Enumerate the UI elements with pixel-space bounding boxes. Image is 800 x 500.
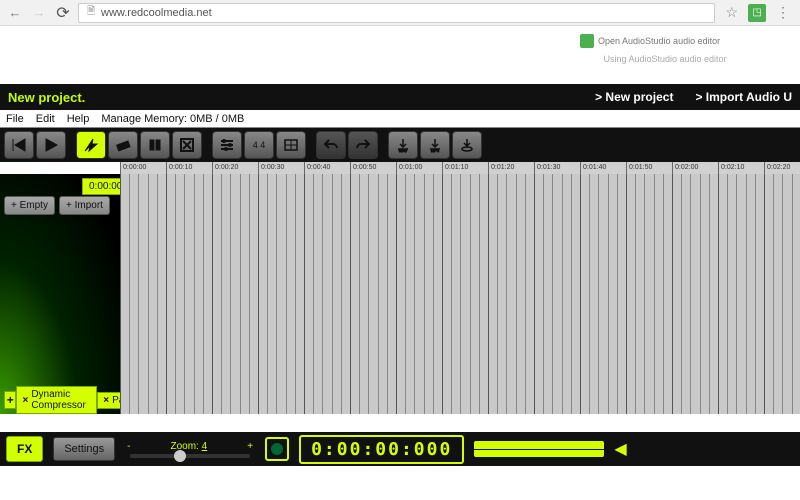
extension-popup: Open AudioStudio audio editor Using Audi… [580, 32, 750, 64]
svg-text:MP3: MP3 [431, 148, 440, 153]
record-icon [271, 443, 283, 455]
menu-edit[interactable]: Edit [36, 113, 55, 125]
add-import-track-button[interactable]: + Import [59, 196, 110, 215]
import-audio-link[interactable]: > Import Audio U [695, 90, 792, 104]
fx-panel-button[interactable]: FX [6, 436, 43, 462]
grid-button[interactable] [276, 131, 306, 159]
ruler-tick: 0:02:10 [718, 162, 744, 174]
ruler-tick: 0:00:10 [166, 162, 192, 174]
ruler-tick: 0:00:50 [350, 162, 376, 174]
zoom-slider[interactable] [130, 454, 250, 458]
undo-button[interactable] [316, 131, 346, 159]
url-text: www.redcoolmedia.net [101, 7, 212, 19]
ruler-tick: 0:00:40 [304, 162, 330, 174]
mixer-button[interactable] [212, 131, 242, 159]
close-icon[interactable]: × [103, 395, 109, 406]
ruler-tick: 0:01:20 [488, 162, 514, 174]
address-bar[interactable]: 🗎 www.redcoolmedia.net [78, 3, 715, 23]
fx-chip-compressor[interactable]: ×Dynamic Compressor [16, 386, 97, 414]
popup-line1: Open AudioStudio audio editor [598, 36, 720, 46]
popup-app-icon [580, 34, 594, 48]
svg-text:WAV: WAV [399, 148, 408, 153]
settings-button[interactable]: Settings [53, 437, 115, 461]
pointer-tool[interactable] [76, 131, 106, 159]
zoom-in-button[interactable]: + [247, 441, 253, 452]
timeline-grid[interactable] [120, 174, 800, 414]
forward-button[interactable]: → [30, 4, 48, 22]
close-icon[interactable]: × [22, 395, 28, 406]
toolbar: 4 4 WAV MP3 [0, 128, 800, 162]
ruler-tick: 0:01:10 [442, 162, 468, 174]
transport-bar: FX Settings - Zoom: 4 + 0:00:00:000 ◀ [0, 432, 800, 466]
meter-caret-icon: ◀ [614, 439, 626, 459]
reload-button[interactable]: ⟳ [54, 4, 72, 22]
ruler-tick: 0:01:30 [534, 162, 560, 174]
bookmark-icon[interactable]: ☆ [725, 4, 738, 21]
export-mp3-button[interactable]: MP3 [420, 131, 450, 159]
ruler-tick: 0:01:00 [396, 162, 422, 174]
record-button[interactable] [265, 437, 289, 461]
eraser-tool[interactable] [108, 131, 138, 159]
delete-tool[interactable] [172, 131, 202, 159]
track-sidebar: 0:00:00:000 + Empty + Import + ×Dynamic … [0, 174, 120, 414]
split-tool[interactable] [140, 131, 170, 159]
back-button[interactable]: ← [6, 4, 24, 22]
menu-bar: File Edit Help Manage Memory: 0MB / 0MB [0, 110, 800, 128]
track-area: 0:00:00:000 + Empty + Import + ×Dynamic … [0, 174, 800, 414]
ruler-tick: 0:00:20 [212, 162, 238, 174]
browser-menu-icon[interactable]: ⋮ [776, 4, 790, 21]
add-fx-button[interactable]: + [4, 391, 16, 409]
transport-time-display: 0:00:00:000 [299, 435, 464, 464]
project-title: New project. [8, 90, 85, 105]
ruler-tick: 0:01:50 [626, 162, 652, 174]
level-meter [474, 441, 604, 457]
extension-icon[interactable]: ◳ [748, 4, 766, 22]
editor-header: New project. > New project > Import Audi… [0, 84, 800, 110]
ruler-tick: 0:02:00 [672, 162, 698, 174]
zoom-control: - Zoom: 4 + [125, 441, 255, 458]
zoom-thumb[interactable] [174, 450, 186, 462]
add-empty-track-button[interactable]: + Empty [4, 196, 55, 215]
ruler-tick: 0:02:20 [764, 162, 790, 174]
ruler-tick: 0:00:00 [120, 162, 146, 174]
new-project-link[interactable]: > New project [595, 90, 673, 104]
redo-button[interactable] [348, 131, 378, 159]
download-button[interactable] [452, 131, 482, 159]
time-signature-button[interactable]: 4 4 [244, 131, 274, 159]
menu-memory[interactable]: Manage Memory: 0MB / 0MB [101, 113, 244, 125]
popup-line2: Using AudioStudio audio editor [580, 50, 750, 64]
browser-toolbar: ← → ⟳ 🗎 www.redcoolmedia.net ☆ ◳ ⋮ [0, 0, 800, 26]
play-button[interactable] [36, 131, 66, 159]
menu-file[interactable]: File [6, 113, 24, 125]
ruler-tick: 0:01:40 [580, 162, 606, 174]
zoom-out-button[interactable]: - [127, 441, 130, 452]
site-info-icon: 🗎 [85, 7, 97, 19]
menu-help[interactable]: Help [67, 113, 90, 125]
page-top-area: Open AudioStudio audio editor Using Audi… [0, 26, 800, 84]
timeline-ruler[interactable]: 0:00:00 0:00:10 0:00:20 0:00:30 0:00:40 0:00:… [120, 162, 800, 174]
rewind-button[interactable] [4, 131, 34, 159]
ruler-tick: 0:00:30 [258, 162, 284, 174]
export-wav-button[interactable]: WAV [388, 131, 418, 159]
